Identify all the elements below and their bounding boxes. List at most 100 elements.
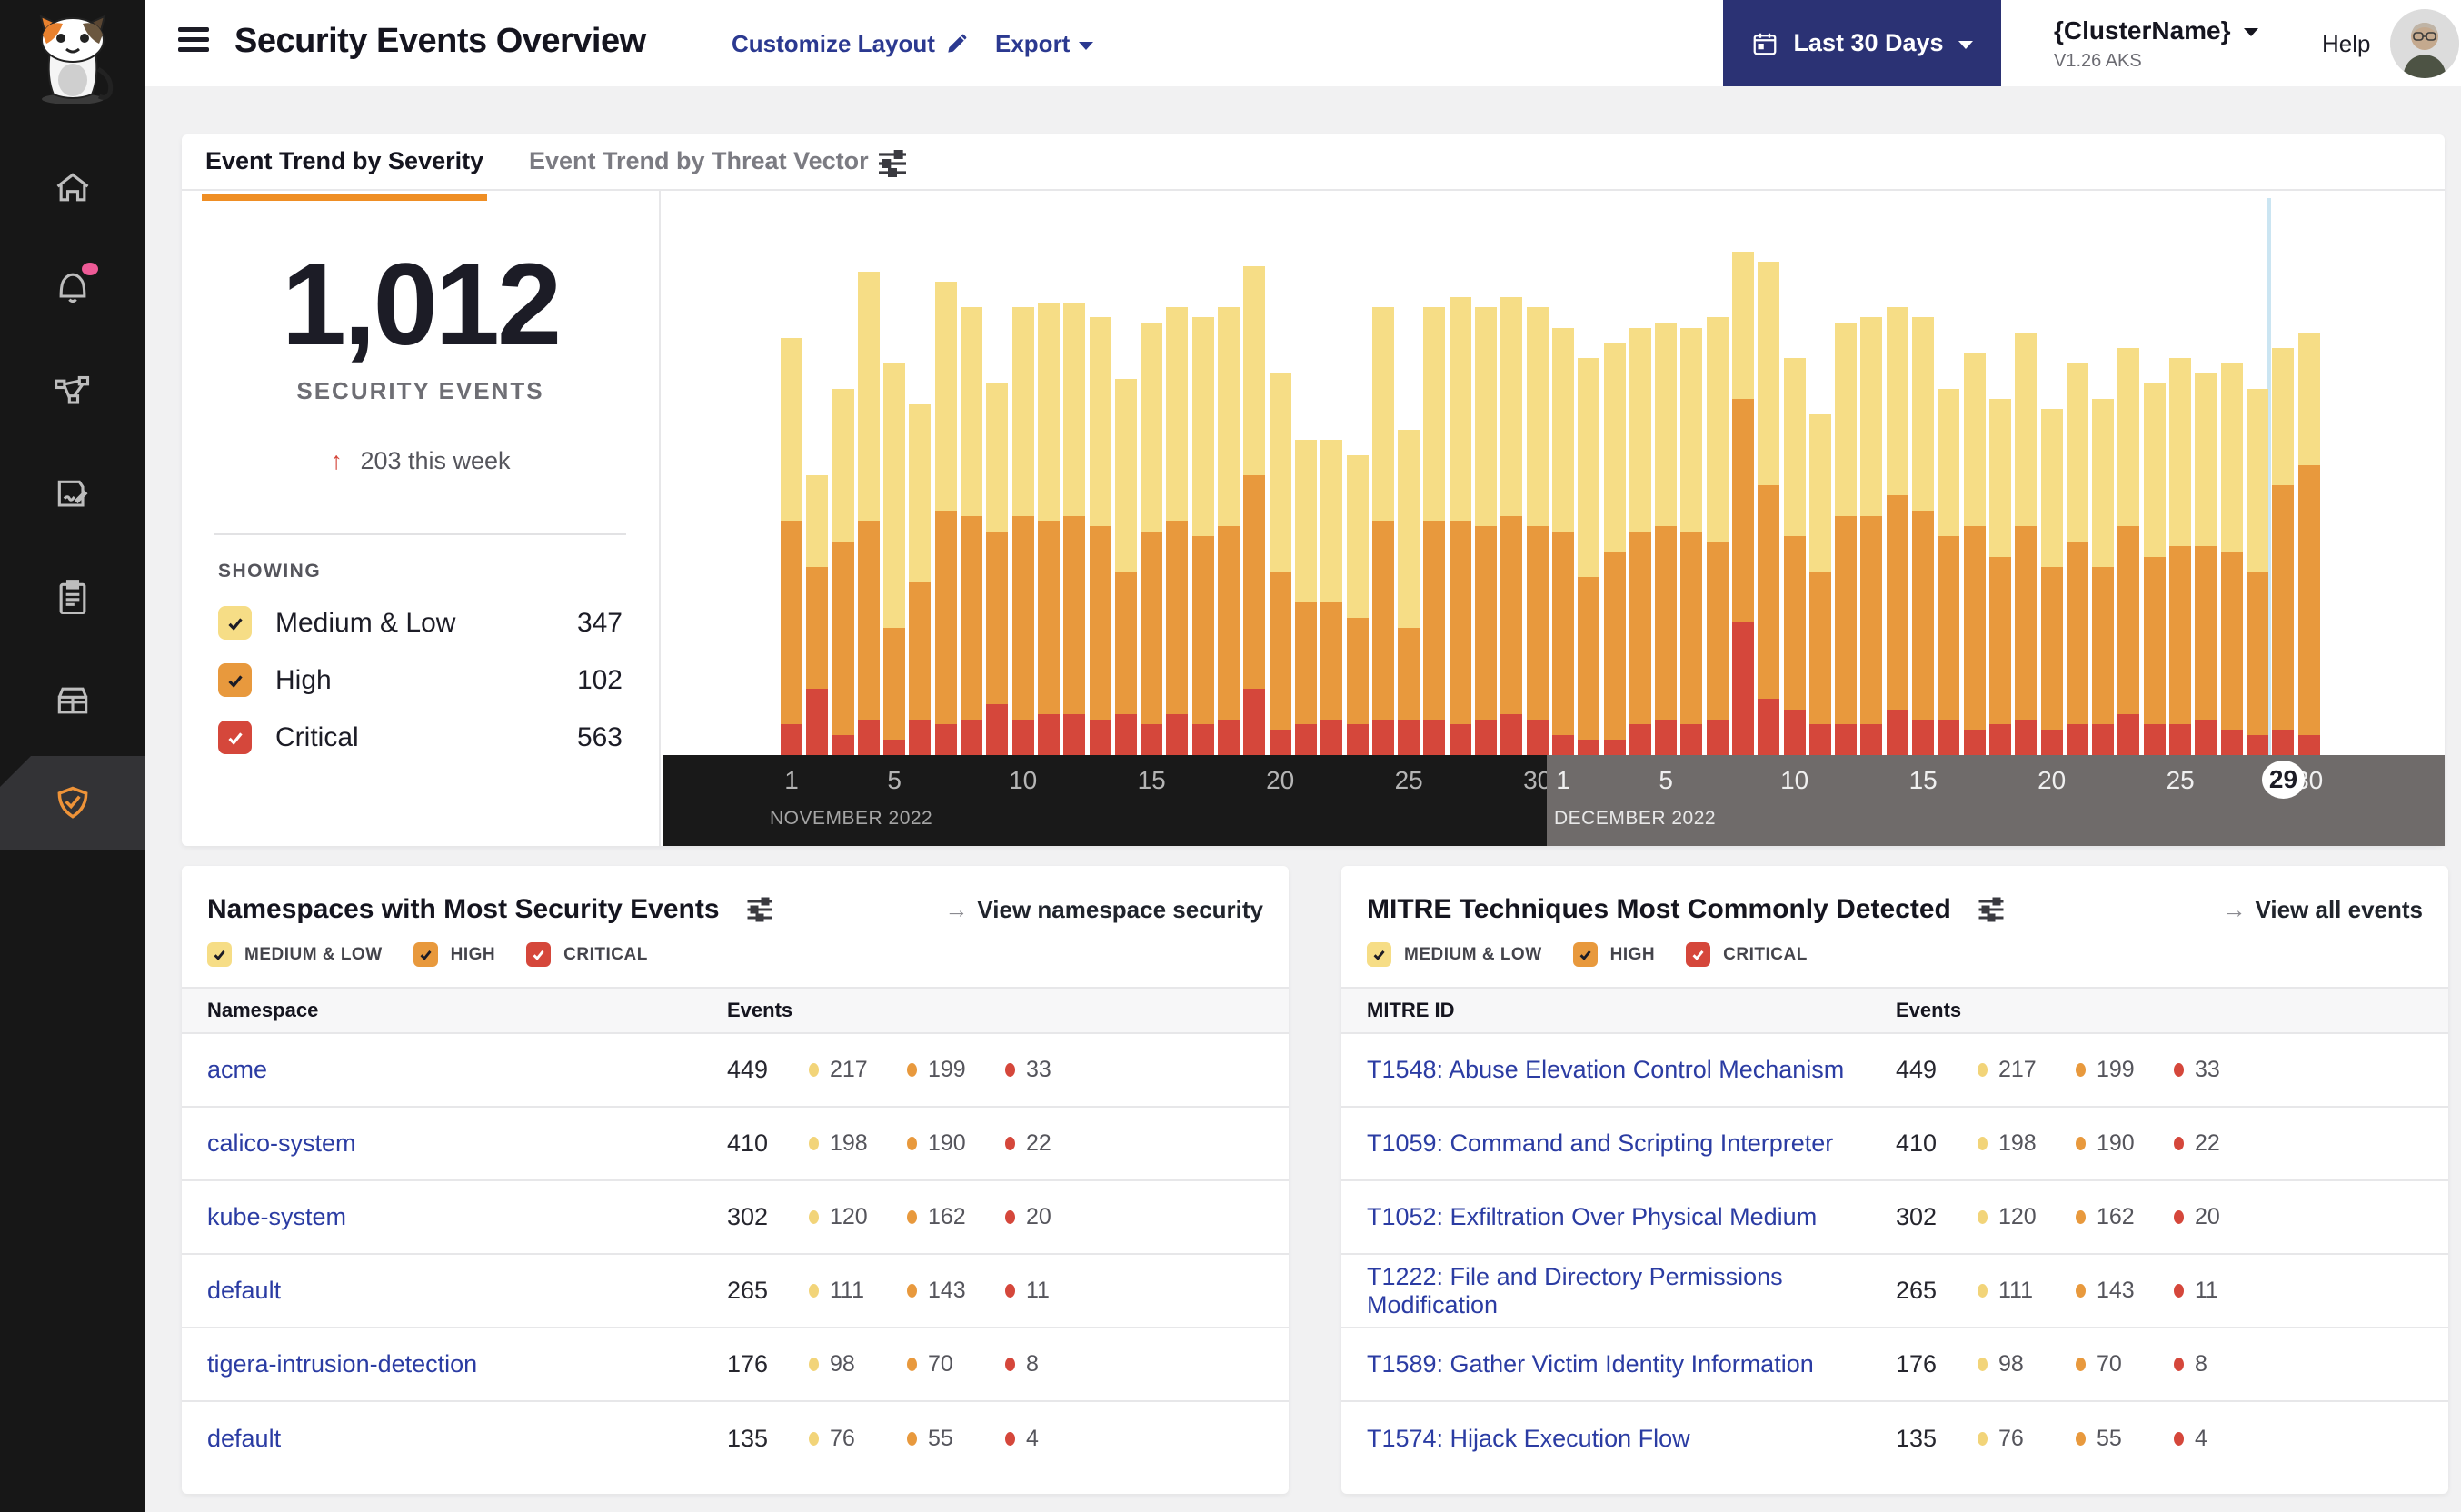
stacked-bar-day-18[interactable]	[1218, 307, 1240, 755]
stacked-bar-day-51[interactable]	[2066, 363, 2088, 755]
mitre-technique-link[interactable]: T1548: Abuse Elevation Control Mechanism	[1341, 1056, 1896, 1084]
stacked-bar-day-6[interactable]	[909, 403, 932, 755]
cluster-selector[interactable]: {ClusterName} V1.26 AKS	[2054, 16, 2258, 72]
sidebar-item-inventory[interactable]	[0, 668, 145, 733]
stacked-bar-day-56[interactable]	[2195, 373, 2217, 755]
stacked-bar-day-32[interactable]	[1578, 358, 1600, 755]
view-namespace-security-link[interactable]: → View namespace security	[944, 896, 1263, 924]
view-all-events-link[interactable]: → View all events	[2222, 896, 2423, 924]
stacked-bar-day-29[interactable]	[1500, 297, 1523, 755]
stacked-bar-day-20[interactable]	[1269, 373, 1291, 755]
stacked-bar-day-3[interactable]	[832, 388, 854, 755]
stacked-bar-day-23[interactable]	[1346, 454, 1369, 755]
stacked-bar-day-30[interactable]	[1526, 307, 1549, 755]
stacked-bar-day-25[interactable]	[1398, 429, 1420, 755]
help-link[interactable]: Help	[2322, 30, 2370, 58]
menu-button[interactable]	[178, 27, 209, 55]
mitre-technique-link[interactable]: T1059: Command and Scripting Interpreter	[1341, 1129, 1896, 1158]
namespace-link[interactable]: kube-system	[182, 1203, 727, 1231]
namespace-link[interactable]: calico-system	[182, 1129, 727, 1158]
chip-medium-low[interactable]: MEDIUM & LOW	[207, 942, 383, 967]
stacked-bar-day-4[interactable]	[857, 272, 880, 755]
stacked-bar-day-1[interactable]	[781, 337, 802, 755]
stacked-bar-day-15[interactable]	[1141, 323, 1163, 755]
stacked-bar-day-46[interactable]	[1938, 388, 1960, 755]
date-range-button[interactable]: Last 30 Days	[1723, 0, 2001, 86]
stacked-bar-day-45[interactable]	[1912, 317, 1935, 755]
stacked-bar-day-8[interactable]	[961, 307, 983, 755]
stacked-bar-day-40[interactable]	[1783, 358, 1806, 755]
stacked-bar-day-38[interactable]	[1731, 251, 1754, 755]
stacked-bar-day-43[interactable]	[1860, 317, 1883, 755]
namespace-link[interactable]: default	[182, 1425, 727, 1453]
sidebar-item-policies[interactable]	[0, 463, 145, 528]
stacked-bar-day-37[interactable]	[1706, 317, 1729, 755]
mitre-technique-link[interactable]: T1052: Exfiltration Over Physical Medium	[1341, 1203, 1896, 1231]
stacked-bar-day-55[interactable]	[2169, 358, 2192, 755]
stacked-bar-day-44[interactable]	[1886, 307, 1908, 755]
stacked-bar-day-39[interactable]	[1758, 261, 1780, 755]
stacked-bar-day-50[interactable]	[2040, 409, 2063, 755]
stacked-bar-day-28[interactable]	[1475, 307, 1498, 755]
stacked-bar-day-59[interactable]	[2272, 348, 2295, 755]
stacked-bar-day-35[interactable]	[1655, 323, 1678, 755]
stacked-bar-day-33[interactable]	[1603, 343, 1626, 755]
stacked-bar-day-58[interactable]	[2246, 388, 2268, 755]
sidebar-item-service-graph[interactable]	[0, 360, 145, 425]
stacked-bar-day-53[interactable]	[2117, 348, 2140, 755]
stacked-bar-day-10[interactable]	[1011, 307, 1034, 755]
sidebar-item-threat-defense[interactable]	[0, 771, 145, 836]
tab-event-trend-threat-vector[interactable]: Event Trend by Threat Vector	[529, 147, 869, 175]
chip-medium-low[interactable]: MEDIUM & LOW	[1367, 942, 1542, 967]
stacked-bar-day-2[interactable]	[806, 475, 829, 755]
checkbox-high[interactable]	[218, 663, 252, 697]
customize-layout-button[interactable]: Customize Layout	[732, 30, 968, 58]
stacked-bar-day-34[interactable]	[1629, 327, 1651, 755]
stacked-bar-day-41[interactable]	[1808, 413, 1831, 755]
stacked-bar-day-57[interactable]	[2220, 363, 2243, 755]
stacked-bar-day-9[interactable]	[986, 383, 1009, 755]
stacked-bar-day-11[interactable]	[1037, 302, 1060, 755]
stacked-bar-day-19[interactable]	[1243, 266, 1266, 755]
stacked-bar-day-31[interactable]	[1551, 327, 1574, 755]
stacked-bar-day-52[interactable]	[2092, 399, 2115, 755]
stacked-bar-day-54[interactable]	[2143, 383, 2166, 755]
checkbox-medium-low[interactable]	[218, 606, 252, 640]
stacked-bar-day-14[interactable]	[1114, 378, 1137, 755]
stacked-bar-day-24[interactable]	[1371, 307, 1394, 755]
namespace-link[interactable]: default	[182, 1277, 727, 1305]
sidebar-item-compliance[interactable]	[0, 565, 145, 631]
tab-event-trend-severity[interactable]: Event Trend by Severity	[201, 147, 488, 201]
export-button[interactable]: Export	[995, 30, 1094, 58]
stacked-bar-day-22[interactable]	[1320, 439, 1343, 755]
stacked-bar-day-17[interactable]	[1191, 317, 1214, 755]
chip-high[interactable]: HIGH	[1572, 942, 1656, 967]
user-avatar[interactable]	[2390, 9, 2459, 78]
mitre-technique-link[interactable]: T1574: Hijack Execution Flow	[1341, 1425, 1896, 1453]
selected-day-badge[interactable]: 29	[2262, 761, 2305, 799]
mitre-technique-link[interactable]: T1222: File and Directory Permissions Mo…	[1341, 1263, 1896, 1319]
stacked-bar-day-5[interactable]	[883, 363, 906, 755]
stacked-bar-day-47[interactable]	[1963, 353, 1986, 755]
stacked-bar-day-48[interactable]	[1988, 399, 2011, 755]
namespace-link[interactable]: acme	[182, 1056, 727, 1084]
chip-critical[interactable]: CRITICAL	[526, 942, 648, 967]
stacked-bar-day-21[interactable]	[1294, 439, 1317, 755]
chip-high[interactable]: HIGH	[413, 942, 496, 967]
namespace-link[interactable]: tigera-intrusion-detection	[182, 1350, 727, 1378]
stacked-bar-day-27[interactable]	[1449, 297, 1471, 755]
chart-filter-icon[interactable]	[874, 145, 911, 182]
stacked-bar-day-49[interactable]	[2015, 333, 2038, 755]
panel-filter-icon[interactable]	[743, 893, 776, 926]
sidebar-item-home[interactable]	[0, 155, 145, 221]
checkbox-critical[interactable]	[218, 721, 252, 754]
stacked-bar-day-16[interactable]	[1166, 307, 1189, 755]
panel-filter-icon[interactable]	[1975, 893, 2008, 926]
stacked-bar-day-12[interactable]	[1063, 302, 1086, 755]
stacked-bar-day-7[interactable]	[934, 282, 957, 755]
time-axis[interactable]: NOVEMBER 2022 1 5 10 15 20 25 30 DECEMBER 2022…	[663, 755, 2445, 846]
stacked-bar-day-42[interactable]	[1835, 323, 1858, 755]
sidebar-item-alerts[interactable]	[0, 255, 145, 321]
stacked-bar-day-60[interactable]	[2297, 333, 2320, 755]
stacked-bar-day-13[interactable]	[1089, 317, 1111, 755]
